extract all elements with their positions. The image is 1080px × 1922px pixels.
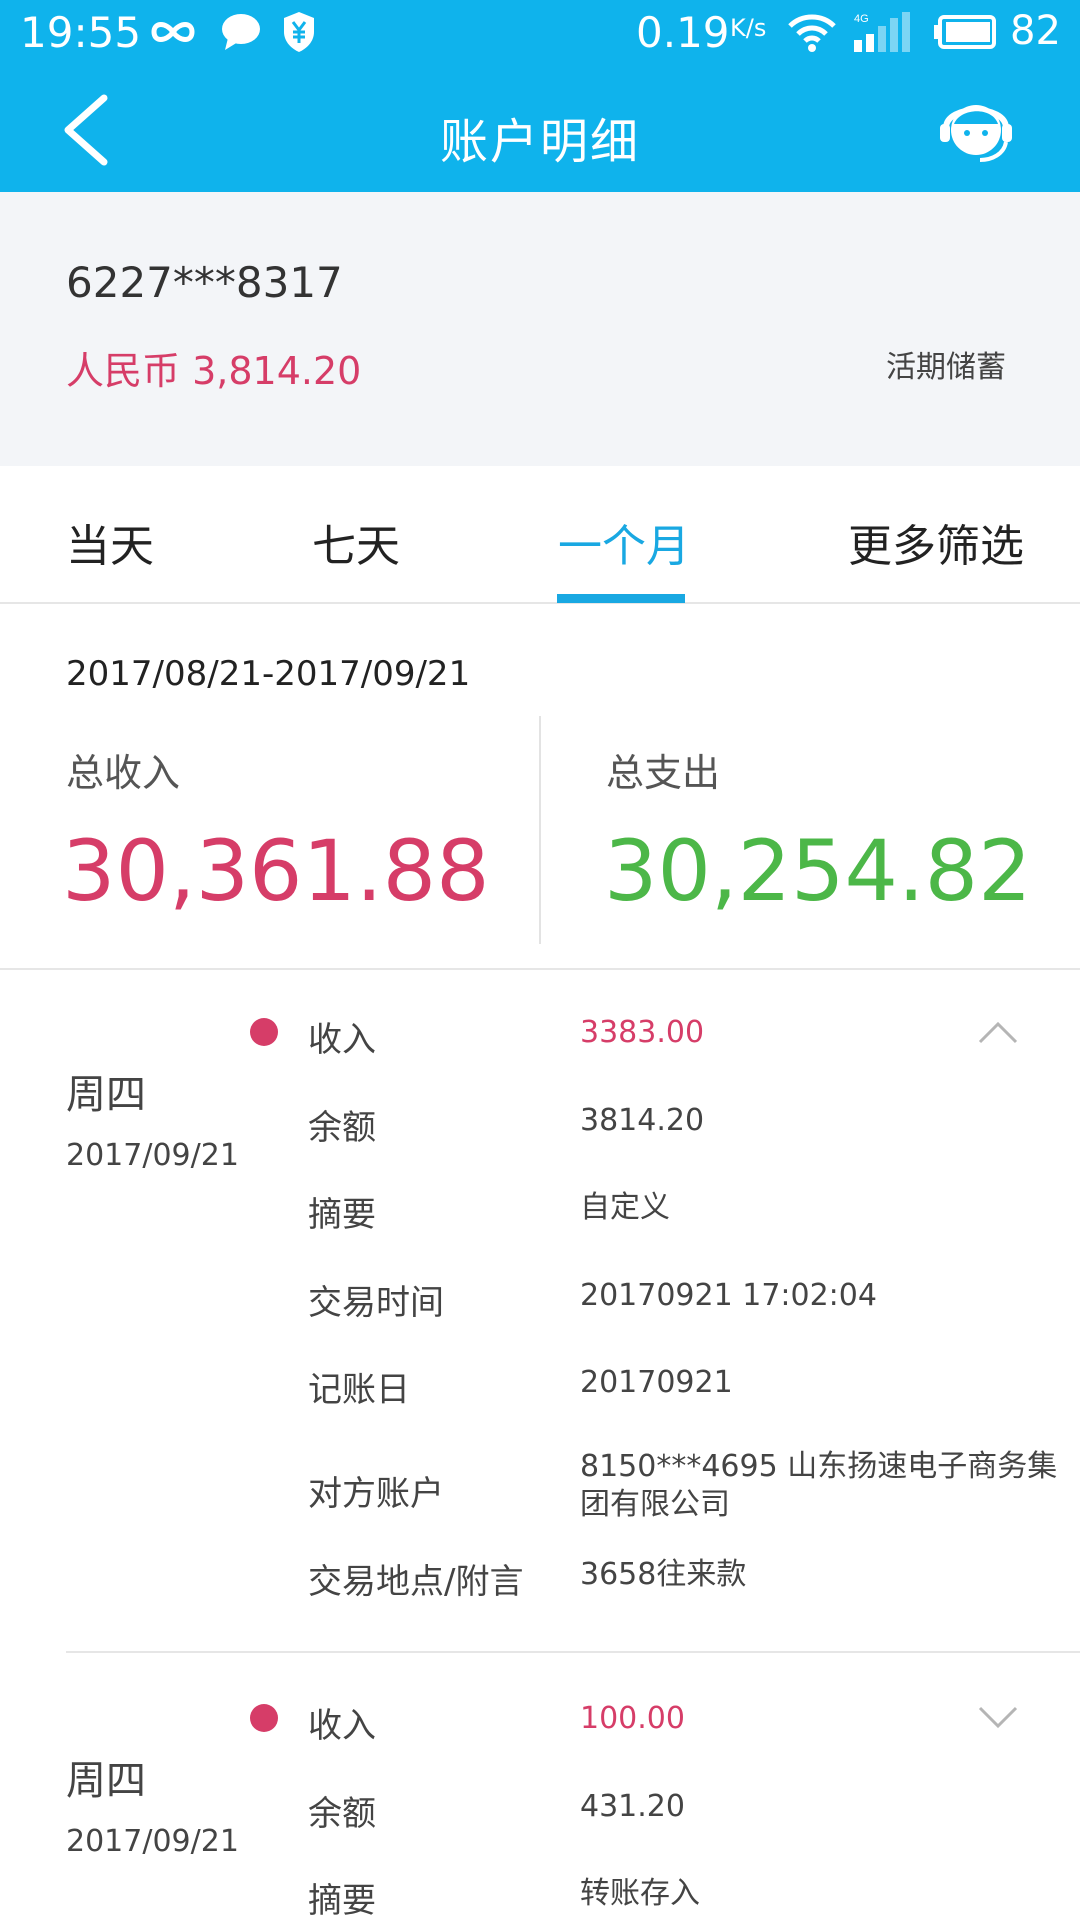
transaction-date: 2017/09/21 bbox=[66, 1824, 239, 1859]
svg-text:4G: 4G bbox=[854, 13, 869, 25]
account-number: 6227***8317 bbox=[66, 258, 343, 307]
row-label-summary: 摘要 bbox=[308, 1195, 376, 1235]
row-value-balance: 3814.20 bbox=[580, 1103, 705, 1138]
row-value-counterparty: 8150***4695 山东扬速电子商务集团有限公司 bbox=[580, 1449, 1058, 1522]
total-income-label: 总收入 bbox=[66, 751, 181, 795]
transaction-weekday: 周四 bbox=[66, 1072, 146, 1118]
transaction-item[interactable]: 周四 2017/09/21 收入 3383.00 余额 3814.20 摘要 自… bbox=[0, 970, 1080, 1653]
row-value-summary: 自定义 bbox=[580, 1190, 670, 1225]
tab-one-month[interactable]: 一个月 bbox=[558, 510, 690, 574]
row-label-income: 收入 bbox=[308, 1706, 376, 1746]
chevron-up-icon[interactable] bbox=[976, 1018, 1020, 1046]
row-value-balance: 431.20 bbox=[580, 1789, 685, 1824]
customer-service-icon[interactable] bbox=[936, 90, 1016, 166]
row-label-transaction-time: 交易时间 bbox=[308, 1283, 444, 1323]
row-value-income: 100.00 bbox=[580, 1701, 685, 1736]
battery-level: 82 bbox=[1010, 8, 1061, 54]
row-label-balance: 余额 bbox=[308, 1794, 376, 1834]
total-expense-label: 总支出 bbox=[606, 751, 721, 795]
transaction-date: 2017/09/21 bbox=[66, 1138, 239, 1173]
row-value-transaction-time: 20170921 17:02:04 bbox=[580, 1278, 877, 1313]
income-dot bbox=[250, 1704, 278, 1732]
income-dot bbox=[250, 1018, 278, 1046]
status-bar: 19:55 0.19 K/s 4G 82 bbox=[0, 0, 1080, 64]
payment-shield-icon bbox=[284, 12, 314, 52]
period-summary: 2017/08/21-2017/09/21 总收入 30,361.88 总支出 … bbox=[0, 604, 1080, 970]
account-summary: 6227***8317 人民币 3,814.20 活期储蓄 bbox=[0, 192, 1080, 466]
chevron-down-icon[interactable] bbox=[976, 1704, 1020, 1732]
title-bar: 账户明细 bbox=[0, 64, 1080, 192]
row-label-posting-date: 记账日 bbox=[308, 1370, 410, 1410]
tab-today[interactable]: 当天 bbox=[66, 510, 154, 574]
date-range: 2017/08/21-2017/09/21 bbox=[66, 654, 471, 694]
transaction-weekday: 周四 bbox=[66, 1758, 146, 1804]
row-label-counterparty: 对方账户 bbox=[308, 1474, 444, 1514]
tab-seven-days[interactable]: 七天 bbox=[312, 510, 400, 574]
infinity-icon bbox=[151, 22, 195, 42]
network-speed-unit: K/s bbox=[730, 14, 767, 42]
account-balance: 人民币 3,814.20 bbox=[66, 349, 362, 393]
row-label-location-note: 交易地点/附言 bbox=[308, 1562, 524, 1602]
active-tab-indicator bbox=[557, 594, 685, 603]
row-value-income: 3383.00 bbox=[580, 1015, 705, 1050]
row-value-posting-date: 20170921 bbox=[580, 1365, 733, 1400]
tab-more-filters[interactable]: 更多筛选 bbox=[848, 510, 1024, 574]
row-value-summary: 转账存入 bbox=[580, 1876, 700, 1911]
battery-icon bbox=[934, 15, 996, 49]
summary-divider bbox=[539, 716, 541, 944]
app-header: 19:55 0.19 K/s 4G 82 账户明细 bbox=[0, 0, 1080, 192]
account-type: 活期储蓄 bbox=[886, 350, 1006, 385]
status-time: 19:55 bbox=[20, 8, 142, 57]
total-expense-value: 30,254.82 bbox=[604, 822, 1032, 920]
row-label-summary: 摘要 bbox=[308, 1881, 376, 1921]
message-icon bbox=[222, 14, 260, 50]
row-value-location-note: 3658往来款 bbox=[580, 1557, 747, 1592]
cellular-signal-icon: 4G bbox=[854, 12, 910, 52]
page-title: 账户明细 bbox=[439, 114, 640, 170]
total-income-value: 30,361.88 bbox=[62, 822, 490, 920]
transaction-item[interactable]: 周四 2017/09/21 收入 100.00 余额 431.20 摘要 转账存… bbox=[0, 1652, 1080, 1921]
period-tabs: 当天 七天 一个月 更多筛选 bbox=[0, 466, 1080, 604]
row-label-income: 收入 bbox=[308, 1020, 376, 1060]
network-speed: 0.19 bbox=[636, 8, 730, 57]
row-label-balance: 余额 bbox=[308, 1108, 376, 1148]
wifi-icon bbox=[788, 14, 836, 52]
